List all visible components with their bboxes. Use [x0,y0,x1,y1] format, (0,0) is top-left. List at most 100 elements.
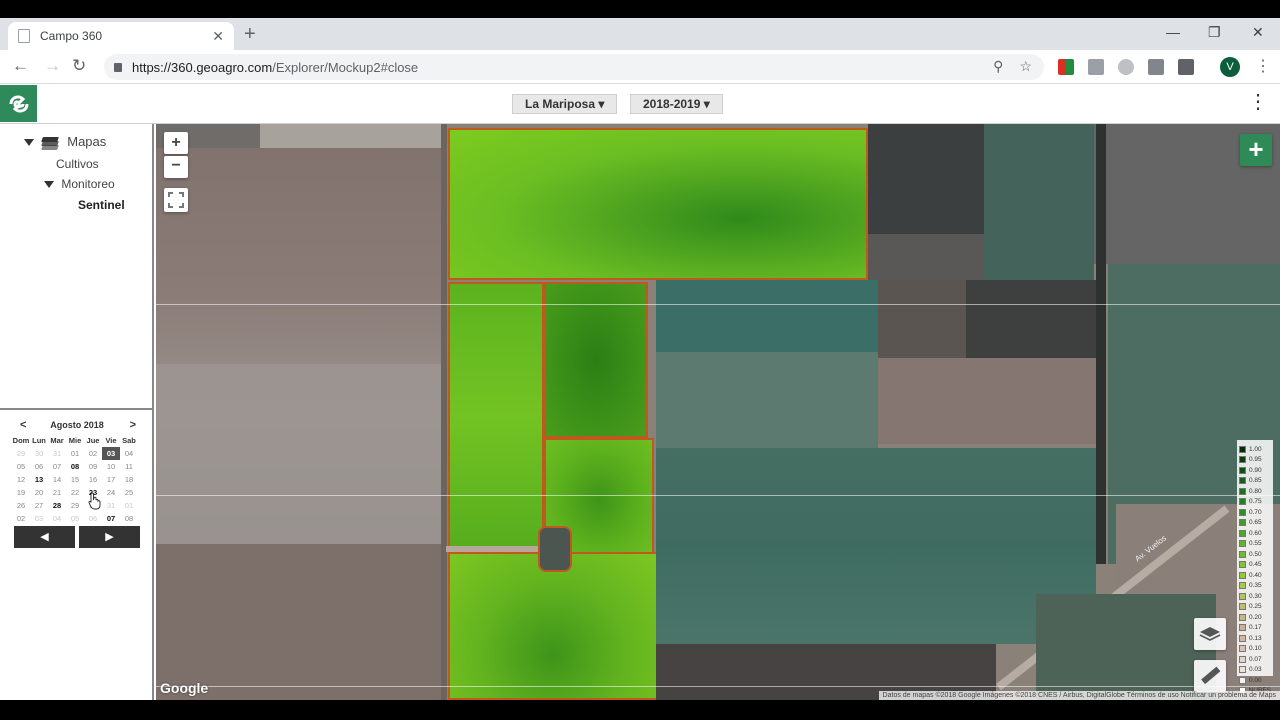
legend-value: 0.07 [1249,655,1262,663]
reload-icon[interactable]: ↻ [72,57,86,75]
browser-menu-icon[interactable]: ⋮ [1255,56,1271,76]
crop-field-south[interactable] [448,552,658,700]
geoagro-logo[interactable] [0,85,37,122]
app-menu-icon[interactable]: ⋮ [1248,92,1268,112]
calendar-day[interactable]: 29 [12,447,30,460]
calendar-day[interactable]: 13 [30,473,48,486]
calendar-day[interactable]: 07 [48,460,66,473]
measure-button[interactable] [1194,660,1226,692]
crop-field-west[interactable] [448,282,544,550]
calendar-day[interactable]: 05 [66,512,84,525]
extension-office-icon[interactable] [1058,59,1074,75]
calendar-day[interactable]: 15 [66,473,84,486]
calendar-day[interactable]: 11 [120,460,138,473]
calendar-day[interactable]: 05 [12,460,30,473]
calendar-day[interactable]: 27 [30,499,48,512]
ndvi-legend: 1.00 0.95 0.90 0.85 0.80 0.75 0.70 0.65 0.60 0.55… [1237,440,1273,695]
layers-toggle-button[interactable] [1194,618,1226,650]
chevron-down-icon: ▾ [598,97,605,111]
fullscreen-button[interactable] [164,188,188,212]
map-attribution[interactable]: Datos de mapas ©2018 Google Imágenes ©20… [878,691,1280,700]
calendar-day[interactable]: 17 [102,473,120,486]
calendar-day[interactable]: 25 [120,486,138,499]
legend-item: 0.65 [1239,518,1271,529]
calendar-day[interactable]: 18 [120,473,138,486]
calendar-day[interactable]: 09 [84,460,102,473]
calendar-next-month[interactable]: > [130,419,136,431]
previous-image-button[interactable]: ◀ [14,526,75,548]
calendar-day[interactable]: 04 [120,447,138,460]
calendar-day[interactable]: 08 [66,460,84,473]
extension-circle-icon[interactable] [1118,59,1134,75]
calendar-day[interactable]: 01 [120,499,138,512]
url-path: /Explorer/Mockup2#close [272,59,419,75]
zoom-icon[interactable]: ⚲ [993,58,1003,75]
add-layer-button[interactable]: + [1240,134,1272,166]
forward-arrow-icon[interactable]: → [44,57,61,75]
tree-item-sentinel[interactable]: Sentinel [78,198,125,212]
legend-item: 0.85 [1239,476,1271,487]
calendar-day[interactable]: 31 [48,447,66,460]
calendar-day[interactable]: 30 [30,447,48,460]
calendar-day[interactable]: 06 [84,512,102,525]
extension-gray-icon[interactable] [1148,59,1164,75]
calendar-day[interactable]: 21 [48,486,66,499]
tab-campo-360[interactable]: Campo 360 ✕ [8,22,234,50]
new-tab-button[interactable]: + [244,24,256,44]
extension-dark-icon[interactable] [1178,59,1194,75]
legend-value: 0.60 [1249,529,1262,537]
calendar-day[interactable]: 03 [30,512,48,525]
next-image-button[interactable]: ▶ [79,526,140,548]
legend-swatch [1239,487,1246,495]
field-dropdown[interactable]: La Mariposa ▾ [512,94,618,114]
calendar-day[interactable]: 26 [12,499,30,512]
satellite-map[interactable]: Av. Vuelos + − + 1.00 0.95 0.90 0.85 0.80 0.7… [156,124,1280,700]
calendar-day[interactable]: 10 [102,460,120,473]
calendar-month-label: Agosto 2018 [50,420,104,430]
weekday-label: Mar [50,436,64,445]
window-close-button[interactable]: ✕ [1252,24,1264,41]
url-host: https://360.geoagro.com [132,59,273,75]
restore-button[interactable]: ❐ [1208,24,1221,41]
calendar-prev-month[interactable]: < [20,419,26,431]
season-dropdown[interactable]: 2018-2019 ▾ [630,94,723,114]
minimize-button[interactable]: — [1166,24,1180,40]
bookmark-star-icon[interactable]: ☆ [1019,58,1032,75]
calendar-day[interactable]: 20 [30,486,48,499]
crop-field-center[interactable] [544,282,648,438]
calendar-day[interactable]: 07 [102,512,120,525]
calendar-day[interactable]: 16 [84,473,102,486]
calendar-step-buttons: ◀ ▶ [14,526,140,548]
legend-swatch [1239,445,1246,453]
zoom-in-button[interactable]: + [164,132,188,154]
zoom-out-button[interactable]: − [164,156,188,178]
tree-item-monitoreo[interactable]: Monitoreo [44,177,115,191]
calendar-day[interactable]: 29 [66,499,84,512]
tab-close-icon[interactable]: ✕ [212,28,224,45]
extension-g-icon[interactable] [1088,59,1104,75]
calendar-day[interactable]: 31 [102,499,120,512]
field-area [656,280,878,352]
calendar-day[interactable]: 02 [12,512,30,525]
calendar-day[interactable]: 12 [12,473,30,486]
calendar-day[interactable]: 06 [30,460,48,473]
tree-item-mapas[interactable]: Mapas [24,134,107,150]
legend-swatch [1239,550,1246,558]
calendar-day[interactable]: 03 [102,447,120,460]
calendar-day[interactable]: 22 [66,486,84,499]
profile-avatar[interactable]: V [1220,57,1240,77]
crop-field-north[interactable] [448,128,868,280]
calendar-day[interactable]: 04 [48,512,66,525]
calendar-day[interactable]: 24 [102,486,120,499]
back-arrow-icon[interactable]: ← [12,57,29,75]
calendar-day[interactable]: 01 [66,447,84,460]
calendar-day[interactable]: 28 [48,499,66,512]
calendar-day[interactable]: 08 [120,512,138,525]
calendar-day[interactable]: 19 [12,486,30,499]
tree-label-mapas: Mapas [67,134,107,149]
calendar-day[interactable]: 14 [48,473,66,486]
field-area [878,280,966,358]
url-field[interactable]: https://360.geoagro.com/Explorer/Mockup2… [104,54,1044,80]
calendar-day[interactable]: 02 [84,447,102,460]
tree-item-cultivos[interactable]: Cultivos [56,157,99,171]
